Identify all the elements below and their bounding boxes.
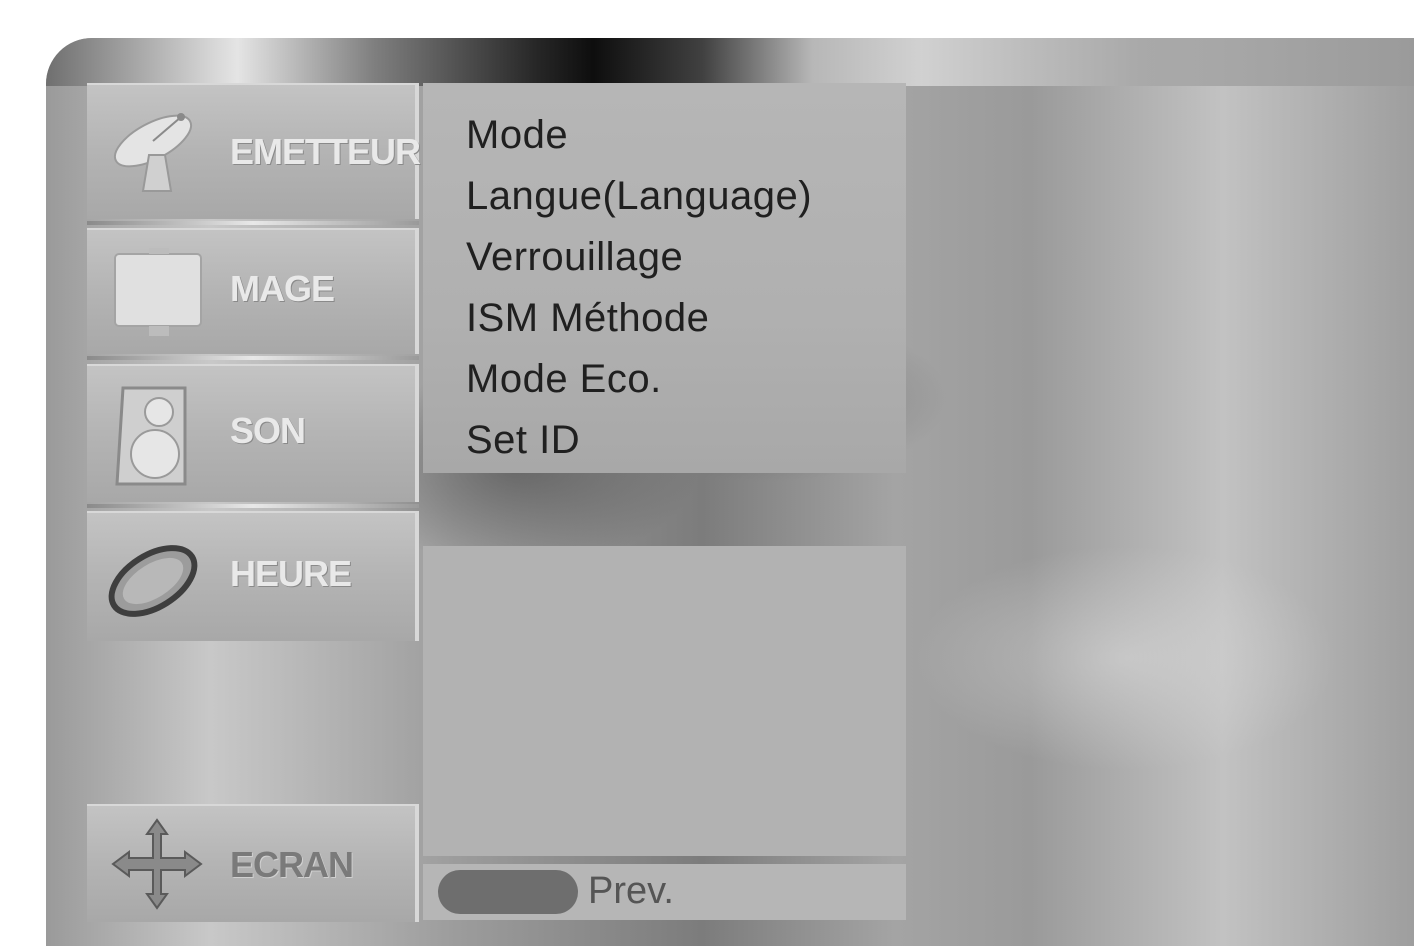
sidebar-divider bbox=[87, 221, 419, 225]
move-arrows-icon bbox=[111, 818, 203, 910]
menu-item-set-id[interactable]: Set ID bbox=[466, 418, 580, 463]
picture-screen-icon bbox=[114, 248, 202, 336]
sidebar-divider bbox=[87, 356, 419, 360]
sidebar-label: ECRAN bbox=[230, 844, 354, 885]
hint-bar: Prev. bbox=[423, 864, 906, 920]
sidebar-item-son[interactable]: SON bbox=[87, 364, 419, 502]
menu-item-mode[interactable]: Mode bbox=[466, 113, 568, 158]
sidebar-item-emetteur[interactable]: EMETTEUR bbox=[87, 83, 421, 219]
menu-item-lock[interactable]: Verrouillage bbox=[466, 235, 683, 280]
sidebar-label: SON bbox=[230, 410, 306, 451]
menu-item-language[interactable]: Langue(Language) bbox=[466, 174, 812, 219]
menu-item-ism-method[interactable]: ISM Méthode bbox=[466, 296, 709, 341]
menu-item-eco-mode[interactable]: Mode Eco. bbox=[466, 357, 662, 402]
sidebar-label: EMETTEUR bbox=[230, 131, 421, 172]
info-panel bbox=[423, 546, 906, 856]
window-top-band bbox=[46, 38, 1414, 86]
prev-hint-label: Prev. bbox=[588, 870, 674, 912]
sidebar-item-heure[interactable]: HEURE bbox=[87, 511, 419, 641]
submenu-panel: Mode Langue(Language) Verrouillage ISM M… bbox=[423, 83, 906, 473]
prev-key-button[interactable] bbox=[438, 870, 578, 914]
sidebar-divider bbox=[87, 504, 419, 508]
sidebar-label: MAGE bbox=[230, 268, 335, 309]
speaker-icon bbox=[115, 386, 187, 486]
sidebar-item-image[interactable]: MAGE bbox=[87, 228, 419, 354]
satellite-dish-icon bbox=[113, 113, 193, 192]
osd-menu-window: EMETTEUR MAGE SON HEURE ECRAN Mode Langu… bbox=[46, 38, 1414, 946]
sidebar-item-ecran[interactable]: ECRAN bbox=[87, 804, 419, 922]
clock-icon bbox=[108, 545, 198, 617]
sidebar-label: HEURE bbox=[230, 553, 352, 594]
